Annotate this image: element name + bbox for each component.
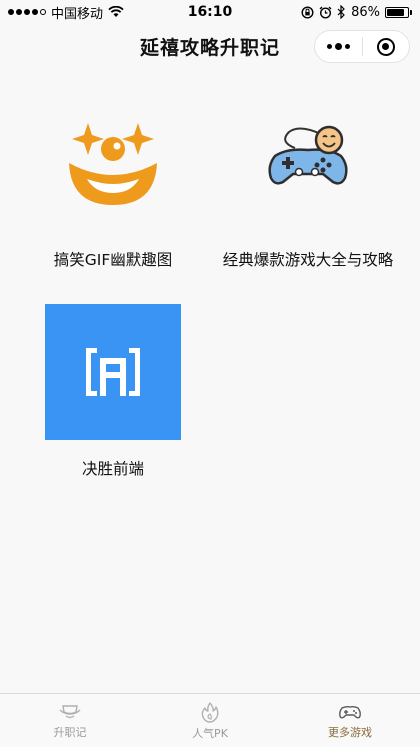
mini-program-capsule: [314, 30, 410, 63]
app-label: 经典爆款游戏大全与攻略: [222, 251, 394, 269]
status-left: 中国移动: [8, 3, 124, 22]
status-right: 86%: [301, 5, 412, 20]
more-dots-icon: [326, 43, 350, 50]
tab-label: 更多游戏: [328, 725, 372, 739]
close-circle-icon: [376, 37, 395, 56]
official-hat-icon: [59, 704, 81, 718]
battery-percent: 86%: [351, 4, 380, 20]
gamepad-icon: [240, 95, 376, 231]
tab-more-games[interactable]: 更多游戏: [280, 694, 420, 747]
tab-promotion[interactable]: 升职记: [0, 694, 140, 747]
clown-face-icon: [45, 95, 181, 231]
more-options-button[interactable]: [315, 31, 362, 62]
close-mini-program-button[interactable]: [363, 31, 410, 62]
alarm-icon: [319, 6, 332, 19]
app-label: 决胜前端: [81, 460, 144, 478]
app-item-classic-games[interactable]: 经典爆款游戏大全与攻略: [218, 95, 398, 270]
wifi-icon: [108, 6, 124, 17]
status-bar: 中国移动 16:10 86%: [0, 0, 420, 24]
carrier-name: 中国移动: [51, 6, 104, 22]
flame-icon: [201, 701, 219, 723]
frontend-logo-icon: [45, 304, 181, 440]
tab-label: 人气PK: [192, 726, 228, 740]
app-label: 搞笑GIF幽默趣图: [53, 251, 173, 269]
signal-strength-icon: [8, 9, 46, 15]
tab-popularity-pk[interactable]: 人气PK: [140, 694, 280, 747]
tab-label: 升职记: [53, 725, 87, 739]
rotation-lock-icon: [301, 5, 314, 19]
bluetooth-icon: [337, 5, 345, 19]
page-title: 延禧攻略升职记: [139, 36, 280, 59]
gamepad-tab-icon: [339, 705, 361, 718]
tab-bar: 升职记 人气PK 更多游戏: [0, 693, 420, 747]
battery-icon: [385, 6, 412, 18]
app-item-funny-gif[interactable]: 搞笑GIF幽默趣图: [23, 95, 203, 270]
app-item-frontend[interactable]: 决胜前端: [23, 304, 203, 479]
navigation-bar: 延禧攻略升职记: [0, 24, 420, 68]
